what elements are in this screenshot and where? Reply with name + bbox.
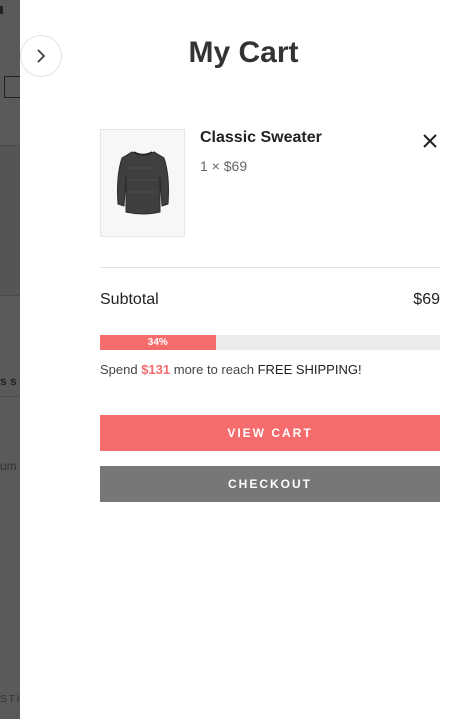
- checkout-button[interactable]: CHECKOUT: [100, 466, 440, 502]
- shipping-remaining-amount: $131: [141, 362, 171, 377]
- close-icon: [423, 134, 437, 148]
- backdrop-divider: [0, 396, 20, 397]
- free-shipping-progress-bar: 34%: [100, 335, 440, 350]
- cart-item-quantity-price: 1 × $69: [200, 158, 248, 174]
- free-shipping-label: FREE SHIPPING!: [257, 362, 362, 377]
- shipping-prefix: Spend: [100, 362, 142, 377]
- backdrop-fragment: [0, 6, 3, 14]
- backdrop-text: um: [0, 459, 17, 473]
- cart-title: My Cart: [188, 36, 299, 69]
- cart-drawer: [20, 0, 467, 719]
- product-thumbnail[interactable]: [100, 129, 185, 237]
- view-cart-button[interactable]: VIEW CART: [100, 415, 440, 451]
- backdrop-icon-fragment: [4, 76, 20, 98]
- backdrop-banner: [0, 145, 20, 295]
- backdrop-text: s s: [0, 374, 17, 388]
- backdrop-text: STI: [0, 694, 20, 705]
- shipping-middle: more to reach: [170, 362, 258, 377]
- cart-item-name[interactable]: Classic Sweater: [200, 129, 322, 147]
- remove-item-button[interactable]: [420, 131, 440, 151]
- divider: [100, 267, 440, 268]
- page-backdrop[interactable]: s s um STI: [0, 0, 20, 719]
- progress-fill: 34%: [100, 335, 216, 350]
- backdrop-divider: [0, 145, 20, 146]
- subtotal-label: Subtotal: [100, 291, 159, 308]
- backdrop-divider: [0, 295, 20, 296]
- sweater-image: [116, 151, 169, 215]
- subtotal-value: $69: [413, 291, 440, 308]
- free-shipping-message: Spend $131 more to reach FREE SHIPPING!: [100, 362, 362, 377]
